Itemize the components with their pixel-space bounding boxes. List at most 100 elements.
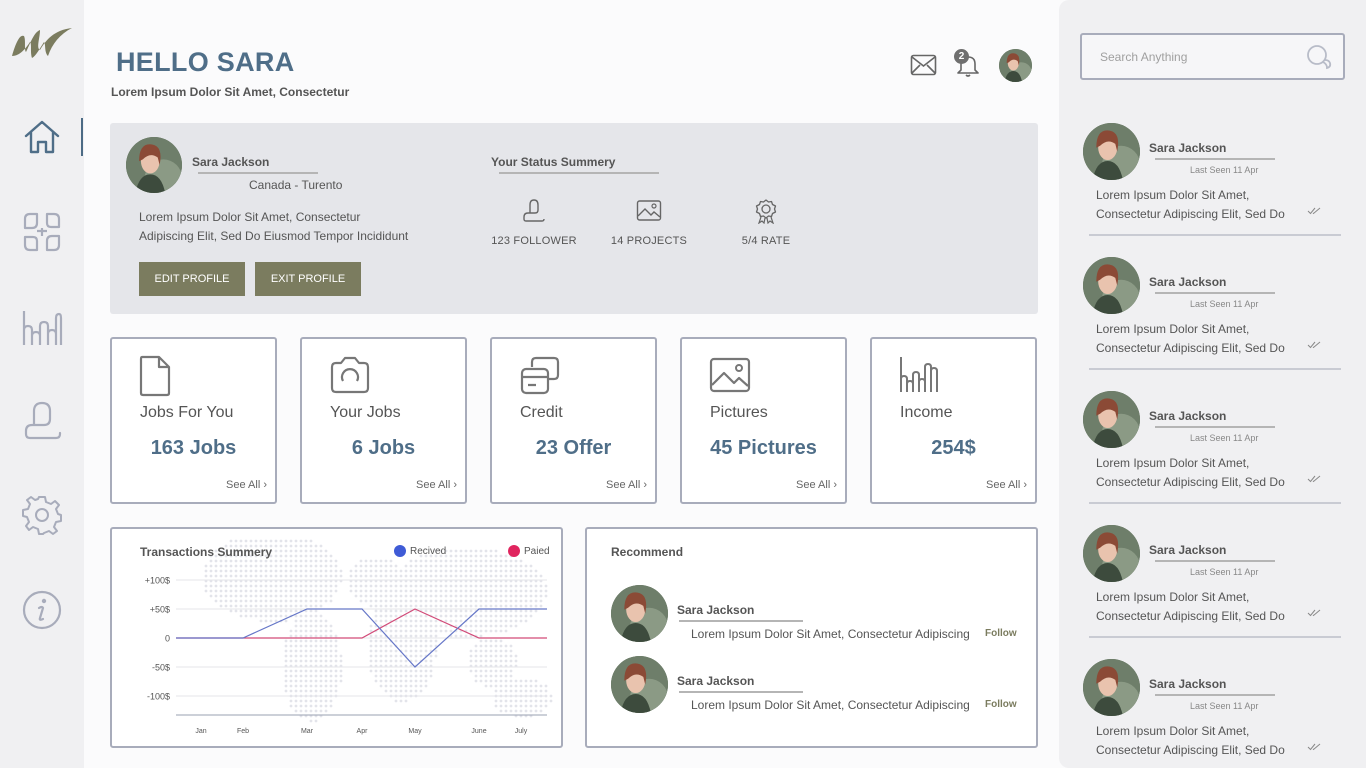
message-preview: Lorem Ipsum Dolor Sit Amet, Consectetur A… [1096, 454, 1306, 492]
avatar [1083, 391, 1140, 448]
message-preview: Lorem Ipsum Dolor Sit Amet, Consectetur A… [1096, 588, 1306, 626]
x-tick-label: Feb [237, 728, 249, 735]
stat-rate: 5/4 RATE [706, 198, 826, 247]
card-title: Credit [520, 404, 563, 421]
follower-icon [523, 199, 545, 222]
message-item[interactable]: Sara Jackson Last Seen 11 Apr Lorem Ipsum … [1083, 257, 1341, 371]
chevron-right-icon: › [833, 479, 837, 491]
message-line: Lorem Ipsum Dolor Sit Amet, [1096, 590, 1250, 604]
profile-bio-line: Adipiscing Elit, Sed Do Eiusmod Tempor I… [139, 229, 409, 243]
user-avatar[interactable] [999, 49, 1032, 82]
credit-card-icon [520, 356, 560, 395]
double-check-icon [1307, 475, 1321, 483]
sidebar-item-stats[interactable] [20, 306, 64, 350]
sidebar-item-home[interactable] [20, 115, 64, 159]
rate-icon [755, 199, 777, 225]
mail-icon[interactable] [910, 54, 937, 76]
see-all-link[interactable]: See All › [226, 479, 267, 491]
divider [1089, 234, 1341, 236]
x-tick-label: June [471, 728, 486, 735]
sidebar-item-info[interactable] [20, 588, 64, 632]
card-title: Income [900, 404, 953, 421]
see-all-link[interactable]: See All › [986, 479, 1027, 491]
dashboard-icon [23, 212, 61, 252]
message-item[interactable]: Sara Jackson Last Seen 11 Apr Lorem Ipsum … [1083, 391, 1341, 505]
message-preview: Lorem Ipsum Dolor Sit Amet, Consectetur A… [1096, 722, 1306, 760]
message-item[interactable]: Sara Jackson Last Seen 11 Apr Lorem Ipsum … [1083, 525, 1341, 639]
sidebar-item-dashboard[interactable] [20, 210, 64, 254]
avatar [1083, 525, 1140, 582]
brand-logo [12, 28, 72, 58]
profile-location: Canada - Turento [249, 178, 343, 192]
edit-profile-button[interactable]: EDIT PROFILE [139, 262, 245, 296]
page-title: HELLO SARA [116, 47, 295, 77]
card-title: Pictures [710, 404, 768, 421]
search-box [1080, 33, 1345, 80]
card-title: Jobs For You [140, 404, 234, 421]
divider [1089, 636, 1341, 638]
follow-button[interactable]: Follow [985, 699, 1017, 710]
card-pictures[interactable]: Pictures 45 Pictures See All › [680, 337, 847, 504]
search-icon[interactable] [1305, 43, 1333, 71]
double-check-icon [1307, 341, 1321, 349]
message-preview: Lorem Ipsum Dolor Sit Amet, Consectetur A… [1096, 186, 1306, 224]
stat-label: 123 FOLLOWER [491, 235, 577, 247]
search-input[interactable] [1082, 35, 1302, 78]
last-seen: Last Seen 11 Apr [1190, 165, 1259, 175]
exit-profile-button[interactable]: EXIT PROFILE [255, 262, 361, 296]
message-line: Lorem Ipsum Dolor Sit Amet, [1096, 322, 1250, 336]
divider [1155, 292, 1275, 294]
x-tick-label: Mar [301, 728, 314, 735]
profile-bio: Lorem Ipsum Dolor Sit Amet, Consectetur … [139, 208, 439, 246]
projects-icon [636, 200, 662, 221]
x-tick-label: Apr [357, 728, 369, 735]
see-all-link[interactable]: See All › [416, 479, 457, 491]
y-tick-label: 0 [165, 634, 170, 644]
divider [679, 620, 803, 622]
card-value: 254$ [931, 437, 976, 459]
y-tick-label: +50$ [150, 605, 170, 615]
profile-avatar [126, 137, 182, 193]
income-icon [900, 357, 938, 392]
message-item[interactable]: Sara Jackson Last Seen 11 Apr Lorem Ipsum … [1083, 659, 1341, 768]
avatar[interactable] [611, 585, 668, 642]
last-seen: Last Seen 11 Apr [1190, 567, 1259, 577]
message-sender: Sara Jackson [1149, 543, 1227, 557]
card-income[interactable]: Income 254$ See All › [870, 337, 1037, 504]
notification-badge: 2 [954, 49, 969, 64]
y-tick-label: -50$ [152, 663, 170, 673]
see-all-link[interactable]: See All › [606, 479, 647, 491]
y-tick-label: +100$ [145, 576, 170, 586]
message-item[interactable]: Sara Jackson Last Seen 11 Apr Lorem Ipsum … [1083, 123, 1341, 237]
series-line-paied [176, 608, 547, 639]
avatar[interactable] [611, 656, 668, 713]
last-seen: Last Seen 11 Apr [1190, 433, 1259, 443]
double-check-icon [1307, 609, 1321, 617]
card-value: 6 Jobs [351, 437, 416, 459]
list-item: Sara Jackson Lorem Ipsum Dolor Sit Amet,… [611, 656, 1031, 716]
info-icon [22, 590, 62, 630]
sidebar-item-settings[interactable] [20, 493, 64, 537]
chevron-right-icon: › [263, 479, 267, 491]
avatar [1083, 659, 1140, 716]
card-title: Your Jobs [330, 404, 401, 421]
see-all-link[interactable]: See All › [796, 479, 837, 491]
y-tick-label: -100$ [147, 692, 170, 702]
recommend-text: Lorem Ipsum Dolor Sit Amet, Consectetur … [691, 627, 970, 641]
profile-name: Sara Jackson [192, 155, 270, 169]
stat-label: 14 PROJECTS [610, 235, 688, 247]
last-seen: Last Seen 11 Apr [1190, 701, 1259, 711]
right-panel: Sara Jackson Last Seen 11 Apr Lorem Ipsum … [1059, 0, 1366, 768]
message-line: Lorem Ipsum Dolor Sit Amet, [1096, 456, 1250, 470]
card-credit[interactable]: Credit 23 Offer See All › [490, 337, 657, 504]
stat-projects: 14 PROJECTS [589, 198, 709, 247]
message-sender: Sara Jackson [1149, 275, 1227, 289]
sidebar-item-profile[interactable] [20, 398, 64, 442]
card-your-jobs[interactable]: Your Jobs 6 Jobs See All › [300, 337, 467, 504]
home-icon [24, 120, 60, 154]
camera-icon [330, 356, 370, 394]
card-jobs-for-you[interactable]: Jobs For You 163 Jobs See All › [110, 337, 277, 504]
follow-button[interactable]: Follow [985, 628, 1017, 639]
message-line: Consectetur Adipiscing Elit, Sed Do [1096, 207, 1285, 221]
x-tick-label: Jan [195, 728, 206, 735]
